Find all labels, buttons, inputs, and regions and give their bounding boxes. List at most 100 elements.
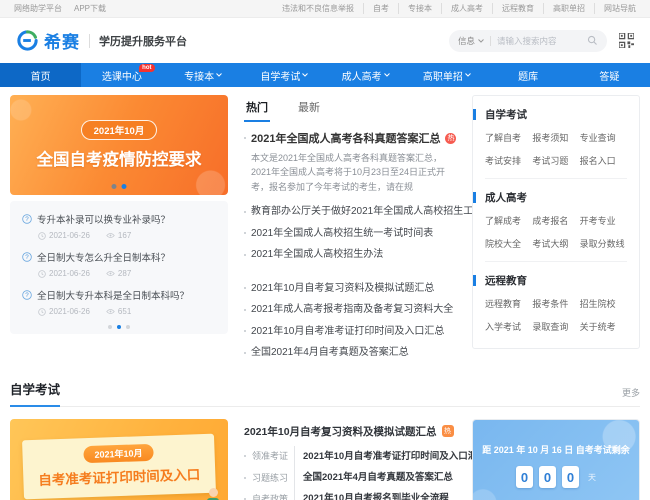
quicklink[interactable]: 远程教育: [485, 297, 532, 310]
exam-row-tag[interactable]: 领准考证: [252, 446, 288, 466]
quicklink[interactable]: 专业查询: [580, 131, 627, 144]
news-item[interactable]: 全国2021年4月自考真题及答案汇总: [244, 342, 456, 364]
quicklink[interactable]: 入学考试: [485, 320, 532, 333]
quicklink[interactable]: 成考报名: [532, 214, 579, 227]
divider: [485, 261, 627, 262]
news-item[interactable]: 2021年全国成人高校招生办法: [244, 244, 456, 266]
nav-item-qa[interactable]: 答疑: [569, 63, 650, 87]
carousel-dot[interactable]: [108, 325, 112, 329]
quicklinks-title-text: 远程教育: [485, 275, 527, 287]
topbar-left-links: 网络助学平台 APP下载: [14, 3, 106, 14]
exam-row-tag[interactable]: 自考政策: [252, 489, 288, 500]
quicklink[interactable]: 考试习题: [532, 154, 579, 167]
page: 网络助学平台 APP下载 违法和不良信息举报 自考 专接本 成人高考 远程教育 …: [0, 0, 650, 500]
news-item-title: 全国2021年4月自考真题及答案汇总: [251, 347, 409, 359]
news-item[interactable]: 2021年10月自考准考证打印时间及入口汇总: [244, 321, 456, 343]
tab-hot[interactable]: 热门: [244, 97, 270, 122]
exam-row-tag[interactable]: 习题练习: [252, 468, 288, 488]
carousel-dot[interactable]: [121, 184, 127, 189]
hot-badge: 热: [441, 425, 454, 438]
topbar-link-app-download[interactable]: APP下载: [74, 3, 106, 14]
topbar-link-gaozhi[interactable]: 高职单招: [543, 3, 585, 14]
search-bar[interactable]: 信息: [449, 29, 607, 52]
quicklink[interactable]: 录取分数线: [580, 237, 627, 250]
carousel-dot[interactable]: [111, 184, 117, 189]
quicklink[interactable]: 院校大全: [485, 237, 532, 250]
news-item[interactable]: 2021年全国成人高校招生统一考试时间表: [244, 223, 456, 245]
qa-item[interactable]: ? 全日制大专怎么升全日制本科？ 2021-06-26 287: [22, 250, 216, 278]
quicklink[interactable]: 报考条件: [532, 297, 579, 310]
exam-list-column: 2021年10月自考复习资料及模拟试题汇总 热 领准考证 2021年10月自考准…: [236, 419, 487, 500]
hero-banner[interactable]: 2021年10月 全国自考疫情防控要求: [10, 95, 228, 195]
search-category-select[interactable]: 信息: [458, 35, 484, 47]
quicklink[interactable]: 招生院校: [580, 297, 627, 310]
left-column-2: 2021年10月 自考准考证打印时间及入口: [10, 418, 228, 500]
qa-item[interactable]: ? 全日制大专升本科是全日制本科吗？ 2021-06-26 651: [22, 288, 216, 316]
news-item[interactable]: 2021年成人高考报考指南及备考复习资料大全: [244, 299, 456, 321]
quicklink[interactable]: 录取查询: [532, 320, 579, 333]
topbar-link-chengkao[interactable]: 成人高考: [441, 3, 483, 14]
topbar-link-zhuanjieben[interactable]: 专接本: [398, 3, 432, 14]
nav-item-course-center[interactable]: 选课中心 hot: [81, 63, 162, 87]
countdown-label: 距 2021 年 10 月 16 日 自考考试剩余: [482, 445, 630, 456]
nav-item-gaozhi[interactable]: 高职单招: [406, 63, 487, 87]
more-link[interactable]: 更多: [622, 386, 640, 406]
qa-question: 专升本补录可以换专业补录吗？: [37, 215, 171, 226]
section-header: 自学考试 更多: [10, 379, 640, 407]
search-input[interactable]: [497, 35, 587, 46]
news-featured[interactable]: 2021年全国成人高考各科真题答案汇总 热: [244, 130, 457, 146]
nav-item-question-bank[interactable]: 题库: [488, 63, 569, 87]
exam-row-link[interactable]: 2021年10月自考准考证打印时间及入口汇总: [294, 445, 487, 468]
tab-latest[interactable]: 最新: [296, 97, 322, 122]
bullet: [244, 330, 246, 333]
exam-ticket-banner[interactable]: 2021年10月 自考准考证打印时间及入口: [10, 418, 228, 500]
svg-text:?: ?: [25, 216, 29, 223]
quicklink[interactable]: 开考专业: [580, 214, 627, 227]
countdown-unit: 天: [588, 472, 596, 482]
exam-list-headline: 2021年10月自考复习资料及模拟试题汇总: [244, 425, 437, 438]
topbar-link-report[interactable]: 违法和不良信息举报: [282, 3, 354, 14]
news-tabs: 热门 最新: [244, 97, 456, 122]
topbar-link-zikao[interactable]: 自考: [363, 3, 389, 14]
search-icon[interactable]: [587, 35, 598, 46]
nav-item-self-exam[interactable]: 自学考试: [244, 63, 325, 87]
bullet: [244, 137, 246, 139]
nav-item-home[interactable]: 首页: [0, 63, 82, 87]
news-item[interactable]: 2021年10月自考复习资料及模拟试题汇总: [244, 278, 456, 300]
main-nav: 首页 选课中心 hot 专接本 自学考试 成人高考 高职单招 题库 答疑: [0, 63, 650, 87]
quicklinks-grid: 了解成考 成考报名 开考专业 院校大全 考试大纲 录取分数线: [485, 214, 627, 250]
qa-item[interactable]: ? 专升本补录可以换专业补录吗？ 2021-06-26 167: [22, 212, 216, 240]
quicklinks-grid: 远程教育 报考条件 招生院校 入学考试 录取查询 关于统考: [485, 297, 627, 333]
carousel-dot[interactable]: [126, 325, 130, 329]
chevron-down-icon: [465, 73, 471, 77]
exam-list-headline-row[interactable]: 2021年10月自考复习资料及模拟试题汇总 热: [244, 424, 456, 439]
quicklink[interactable]: 考试大纲: [532, 237, 579, 250]
nav-label: 成人高考: [341, 71, 382, 83]
quicklink[interactable]: 考试安排: [485, 154, 532, 167]
qa-dots: [108, 325, 130, 329]
header-divider: [89, 33, 90, 48]
topbar-link-sitemap[interactable]: 网站导航: [594, 3, 636, 14]
exam-row-link[interactable]: 2021年10月自考报名到毕业全流程: [294, 488, 449, 500]
news-item[interactable]: 教育部办公厅关于做好2021年全国成人高校招生工作的通知: [244, 201, 513, 223]
qa-date: 2021-06-26: [49, 231, 90, 240]
exam-row-link[interactable]: 全国2021年4月自考真题及答案汇总: [294, 467, 453, 489]
nav-item-zhuanjieben[interactable]: 专接本: [163, 63, 244, 87]
svg-text:?: ?: [25, 254, 29, 261]
nav-item-adult-exam[interactable]: 成人高考: [325, 63, 406, 87]
quicklinks-title-adult-exam: 成人高考: [473, 190, 627, 205]
qr-code-icon[interactable]: [619, 33, 634, 48]
banner-note-card: 2021年10月 自考准考证打印时间及入口: [22, 433, 216, 500]
quicklink[interactable]: 了解自考: [485, 131, 532, 144]
quicklink[interactable]: 报名入口: [580, 154, 627, 167]
nav-label: 高职单招: [422, 71, 463, 83]
quicklink[interactable]: 关于统考: [580, 320, 627, 333]
logo[interactable]: 希赛 学历提升服务平台: [16, 28, 187, 53]
topbar-link-distance-edu[interactable]: 远程教育: [492, 3, 534, 14]
quicklink[interactable]: 了解成考: [485, 214, 532, 227]
search-category-value: 信息: [458, 35, 476, 46]
carousel-dot[interactable]: [117, 325, 121, 329]
bullet: [244, 455, 246, 458]
quicklink[interactable]: 报考须知: [532, 131, 579, 144]
topbar-link-study-platform[interactable]: 网络助学平台: [14, 3, 62, 14]
